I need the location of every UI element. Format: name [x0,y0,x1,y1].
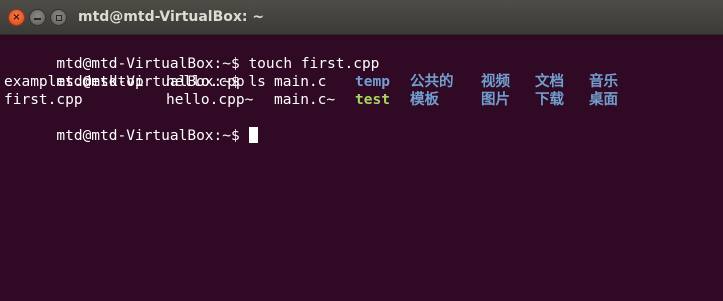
maximize-icon [55,14,62,21]
directory-entry: 视频 [481,74,510,90]
directory-entry: 文档 [535,74,564,90]
file-entry: hello.cpp [166,74,245,90]
title-bar[interactable]: × mtd@mtd-VirtualBox: ~ [0,0,723,35]
terminal-output[interactable]: mtd@mtd-VirtualBox:~$ touch first.cpp mt… [0,35,723,301]
directory-entry: 公共的 [410,74,454,90]
file-entry: main.c [274,74,327,90]
text-cursor [249,127,259,143]
file-entry: main.c~ [274,92,336,108]
file-entry: examples.desktop [4,74,144,90]
close-icon: × [12,11,21,23]
directory-entry: 音乐 [589,74,618,90]
terminal-line: mtd@mtd-VirtualBox:~$ touch first.cpp [4,37,723,72]
ls-output-row: first.cpp hello.cpp~ main.c~ test 模板 图片 … [4,91,723,109]
terminal-window: × mtd@mtd-VirtualBox: ~ mtd@mtd-VirtualB… [0,0,723,301]
file-entry: hello.cpp~ [166,92,254,108]
shell-prompt: mtd@mtd-VirtualBox:~$ [56,128,240,144]
directory-entry: 下载 [535,92,564,108]
close-button[interactable]: × [8,9,25,26]
directory-entry: 图片 [481,92,510,108]
minimize-button[interactable] [29,9,46,26]
window-title: mtd@mtd-VirtualBox: ~ [78,9,265,25]
maximize-button[interactable] [50,9,67,26]
directory-entry: test [355,92,390,108]
terminal-line: mtd@mtd-VirtualBox:~$ ls [4,55,723,90]
directory-entry: 桌面 [589,92,618,108]
ls-output-row: examples.desktop hello.cpp main.c temp 公… [4,73,723,91]
file-entry: first.cpp [4,92,83,108]
directory-entry: 模板 [410,92,439,108]
directory-entry: temp [355,74,390,90]
minimize-icon [34,17,41,20]
terminal-line: mtd@mtd-VirtualBox:~$ [4,109,723,144]
